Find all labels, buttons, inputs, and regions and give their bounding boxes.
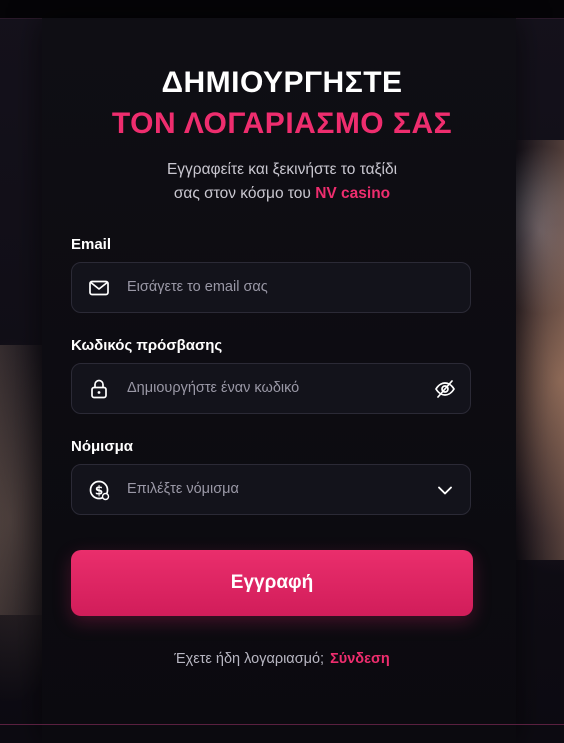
left-character-art <box>0 345 42 615</box>
page-title-line2: ΤΟΝ ΛΟΓΑΡΙΑΣΜΟ ΣΑΣ <box>111 107 453 140</box>
currency-placeholder: Επιλέξτε νόμισμα <box>127 481 239 497</box>
password-label: Κωδικός πρόσβασης <box>71 337 223 354</box>
login-link[interactable]: Σύνδεση <box>330 651 390 667</box>
password-placeholder: Δημιουργήστε έναν κωδικό <box>127 380 300 396</box>
page-subtitle: Εγγραφείτε και ξεκινήστε το ταξίδι σας σ… <box>0 158 564 206</box>
currency-select[interactable]: $ Επιλέξτε νόμισμα <box>71 464 471 515</box>
email-placeholder: Εισάγετε το email σας <box>127 279 268 295</box>
subtitle-line2-text: σας στον κόσμο του <box>173 185 316 202</box>
top-bar <box>0 0 564 19</box>
brand-name: NV casino <box>315 185 391 202</box>
email-label: Email <box>71 236 112 253</box>
email-field[interactable]: Εισάγετε το email σας <box>71 262 471 313</box>
lock-icon <box>88 378 110 400</box>
login-prompt: Έχετε ήδη λογαριασμό; Σύνδεση <box>0 651 564 667</box>
svg-text:$: $ <box>95 484 103 498</box>
coin-icon: $ <box>88 479 110 501</box>
mail-icon <box>88 277 110 299</box>
subtitle-line2: σας στον κόσμο του NV casino <box>0 182 564 206</box>
register-button[interactable]: Εγγραφή <box>71 550 473 616</box>
bottom-divider <box>0 724 564 725</box>
chevron-down-icon[interactable] <box>434 479 456 501</box>
page-title-line1: ΔΗΜΙΟΥΡΓΗΣΤΕ <box>161 66 403 99</box>
subtitle-line1: Εγγραφείτε και ξεκινήστε το ταξίδι <box>166 161 398 178</box>
eye-off-icon[interactable] <box>434 378 456 400</box>
login-prompt-text: Έχετε ήδη λογαριασμό; <box>174 651 325 667</box>
currency-label: Νόμισμα <box>71 438 133 455</box>
password-field[interactable]: Δημιουργήστε έναν κωδικό <box>71 363 471 414</box>
